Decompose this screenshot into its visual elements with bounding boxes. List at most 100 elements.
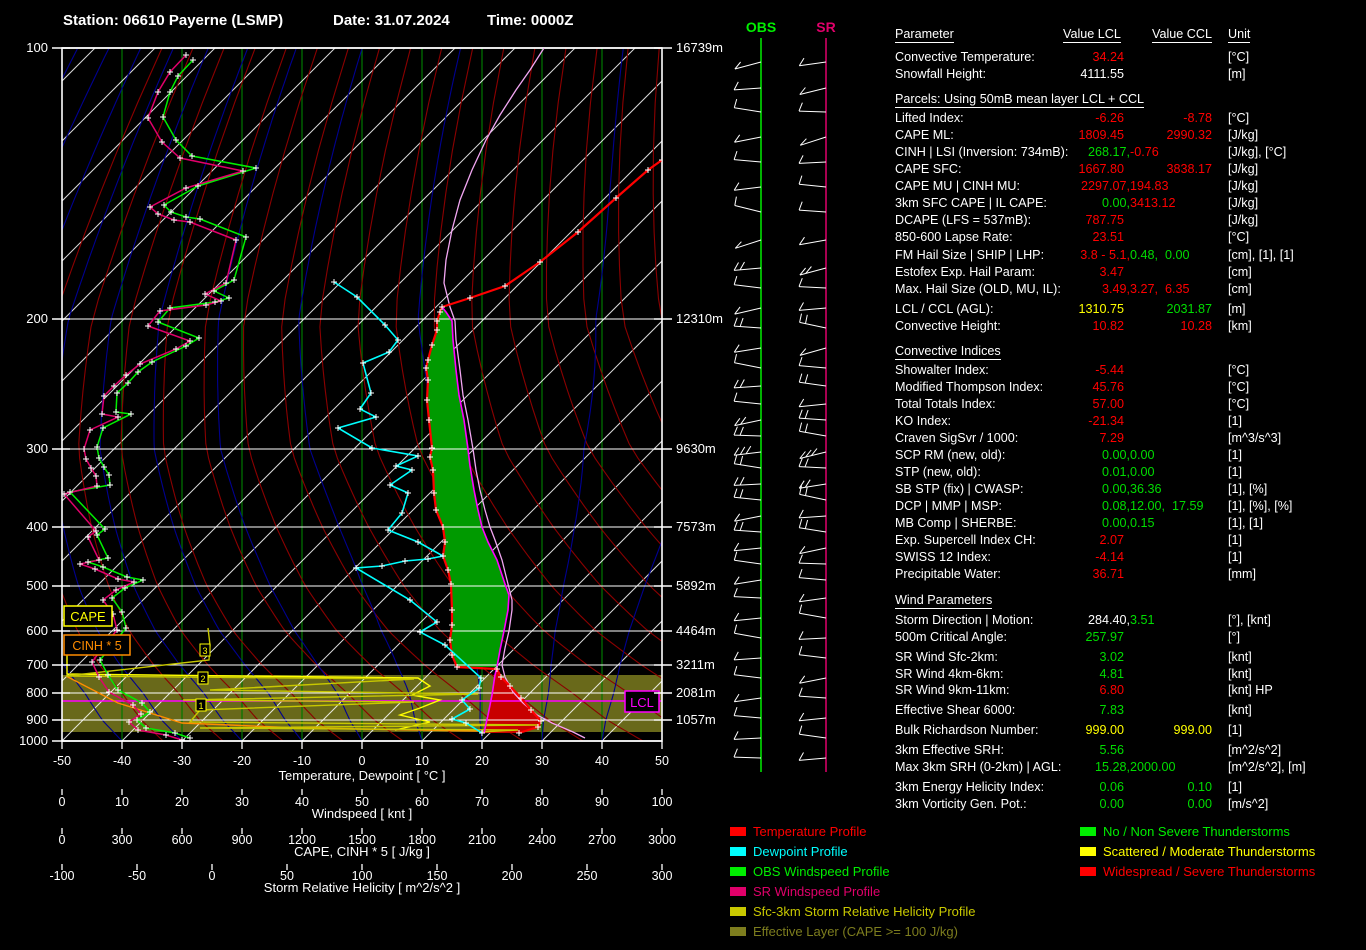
unit-label: [1], [%] — [1228, 482, 1268, 496]
legend-swatch — [1080, 867, 1096, 876]
table-row: Precipitable Water: 36.71 [mm] — [0, 566, 1366, 582]
param-label: Showalter Index: — [895, 363, 989, 377]
unit-label: [1] — [1228, 448, 1243, 462]
unit-label: [J/kg] — [1228, 179, 1259, 193]
value-extra: 194.83 — [1130, 179, 1169, 193]
value-ccl: 2031.87 — [1166, 302, 1212, 316]
legend-item: No / Non Severe Thunderstorms — [1080, 825, 1290, 839]
table-section-header: Wind Parameters — [895, 593, 993, 609]
value-extra: -0.76 — [1130, 145, 1159, 159]
unit-label: [J/kg] — [1228, 128, 1259, 142]
value-ccl: 3838.17 — [1166, 162, 1212, 176]
unit-label: [knt] HP — [1228, 683, 1273, 697]
value-lcl: 6.80 — [1099, 683, 1124, 697]
unit-label: [J/kg], [°C] — [1228, 145, 1287, 159]
value-lcl: 23.51 — [1092, 230, 1124, 244]
table-row: Bulk Richardson Number: 999.00 999.00 [1] — [0, 722, 1366, 738]
value-ccl: 999.00 — [1173, 723, 1212, 737]
legend-item: SR Windspeed Profile — [730, 885, 880, 899]
legend-swatch — [730, 887, 746, 896]
parameter-table: Parameter Value LCL Value CCL Unit Conve… — [0, 0, 1366, 950]
param-label: Precipitable Water: — [895, 567, 1001, 581]
value-extra: 0.00 — [1130, 465, 1155, 479]
legend-swatch — [730, 847, 746, 856]
value-lcl: 2.07 — [1099, 533, 1124, 547]
value-lcl: 5.56 — [1099, 743, 1124, 757]
legend-item: Dewpoint Profile — [730, 845, 848, 859]
table-row: 500m Critical Angle: 257.97 [°] — [0, 629, 1366, 645]
table-row: CINH | LSI (Inversion: 734mB): 268.17, -0.… — [0, 144, 1366, 160]
table-row: Showalter Index: -5.44 [°C] — [0, 362, 1366, 378]
table-row: SR Wind Sfc-2km: 3.02 [knt] — [0, 649, 1366, 665]
value-lcl: 7.29 — [1099, 431, 1124, 445]
unit-label: [°C] — [1228, 363, 1250, 377]
value-ccl: 0.10 — [1187, 780, 1212, 794]
table-row: Convective Temperature: 34.24 [°C] — [0, 49, 1366, 65]
param-label: CAPE SFC: — [895, 162, 962, 176]
value-extra: 3413.12 — [1130, 196, 1176, 210]
unit-label: [°C] — [1228, 111, 1250, 125]
value-lcl: 7.83 — [1099, 703, 1124, 717]
value-lcl: -5.44 — [1095, 363, 1124, 377]
param-label: Total Totals Index: — [895, 397, 996, 411]
param-label: Lifted Index: — [895, 111, 964, 125]
value-lcl: 284.40, — [1087, 613, 1130, 627]
legend-item: Temperature Profile — [730, 825, 866, 839]
value-lcl: 36.71 — [1092, 567, 1124, 581]
table-row: CAPE ML: 1809.45 2990.32 [J/kg] — [0, 127, 1366, 143]
table-row: Craven SigSvr / 1000: 7.29 [m^3/s^3] — [0, 430, 1366, 446]
param-label: Snowfall Height: — [895, 67, 987, 81]
unit-label: [m^2/s^2] — [1228, 743, 1282, 757]
value-lcl: 0.01, — [1101, 465, 1130, 479]
table-row: 850-600 Lapse Rate: 23.51 [°C] — [0, 229, 1366, 245]
unit-label: [J/kg] — [1228, 213, 1259, 227]
table-row: Modified Thompson Index: 45.76 [°C] — [0, 379, 1366, 395]
value-extra: 0.15 — [1130, 516, 1155, 530]
value-lcl: 257.97 — [1085, 630, 1124, 644]
legend-item: Scattered / Moderate Thunderstorms — [1080, 845, 1315, 859]
unit-label: [cm] — [1228, 282, 1252, 296]
table-row: Max 3km SRH (0-2km) | AGL: 15.28, 2000.00[… — [0, 759, 1366, 775]
unit-label: [m] — [1228, 302, 1246, 316]
param-label: Effective Shear 6000: — [895, 703, 1016, 717]
value-extra: 2000.00 — [1130, 760, 1176, 774]
unit-label: [m/s^2] — [1228, 797, 1269, 811]
unit-label: [°], [knt] — [1228, 613, 1271, 627]
legend-swatch — [730, 927, 746, 936]
unit-label: [°C] — [1228, 380, 1250, 394]
unit-label: [knt] — [1228, 703, 1252, 717]
table-section-header: Convective Indices — [895, 344, 1001, 360]
table-section-header: Parcels: Using 50mB mean layer LCL + CCL — [895, 92, 1145, 108]
unit-label: [1], [1] — [1228, 516, 1264, 530]
table-row: Storm Direction | Motion: 284.40, 3.51 [°],… — [0, 612, 1366, 628]
param-label: Convective Height: — [895, 319, 1001, 333]
table-row: Max. Hail Size (OLD, MU, IL): 3.49, 3.27, 6… — [0, 281, 1366, 297]
param-label: LCL / CCL (AGL): — [895, 302, 994, 316]
table-row: Convective Height: 10.82 10.28 [km] — [0, 318, 1366, 334]
table-row: FM Hail Size | SHIP | LHP: 3.8 - 5.1, 0.48… — [0, 247, 1366, 263]
unit-label: [1] — [1228, 414, 1243, 428]
table-row: SCP RM (new, old): 0.00, 0.00 [1] — [0, 447, 1366, 463]
param-label: SR Wind 9km-11km: — [895, 683, 1010, 697]
unit-label: [km] — [1228, 319, 1252, 333]
unit-label: [cm] — [1228, 265, 1252, 279]
value-ccl: -8.78 — [1183, 111, 1212, 125]
unit-label: [1] — [1228, 723, 1243, 737]
legend-item: Effective Layer (CAPE >= 100 J/kg) — [730, 925, 958, 939]
table-row: Estofex Exp. Hail Param: 3.47 [cm] — [0, 264, 1366, 280]
unit-label: [m] — [1228, 67, 1246, 81]
table-row: 3km SFC CAPE | IL CAPE: 0.00, 3413.12 [J/kg… — [0, 195, 1366, 211]
param-label: SWISS 12 Index: — [895, 550, 991, 564]
unit-label: [m^3/s^3] — [1228, 431, 1282, 445]
param-label: STP (new, old): — [895, 465, 981, 479]
param-label: SCP RM (new, old): — [895, 448, 1006, 462]
unit-label: [°C] — [1228, 50, 1250, 64]
value-ccl: 10.28 — [1180, 319, 1212, 333]
table-row: LCL / CCL (AGL): 1310.75 2031.87 [m] — [0, 301, 1366, 317]
table-row: CAPE MU | CINH MU: 2297.07, 194.83 [J/kg] — [0, 178, 1366, 194]
col-header-unit: Unit — [1228, 27, 1251, 43]
col-header-value-ccl: Value CCL — [1152, 27, 1212, 43]
value-lcl: 34.24 — [1092, 50, 1124, 64]
unit-label: [1], [%], [%] — [1228, 499, 1293, 513]
value-lcl: 3.47 — [1099, 265, 1124, 279]
